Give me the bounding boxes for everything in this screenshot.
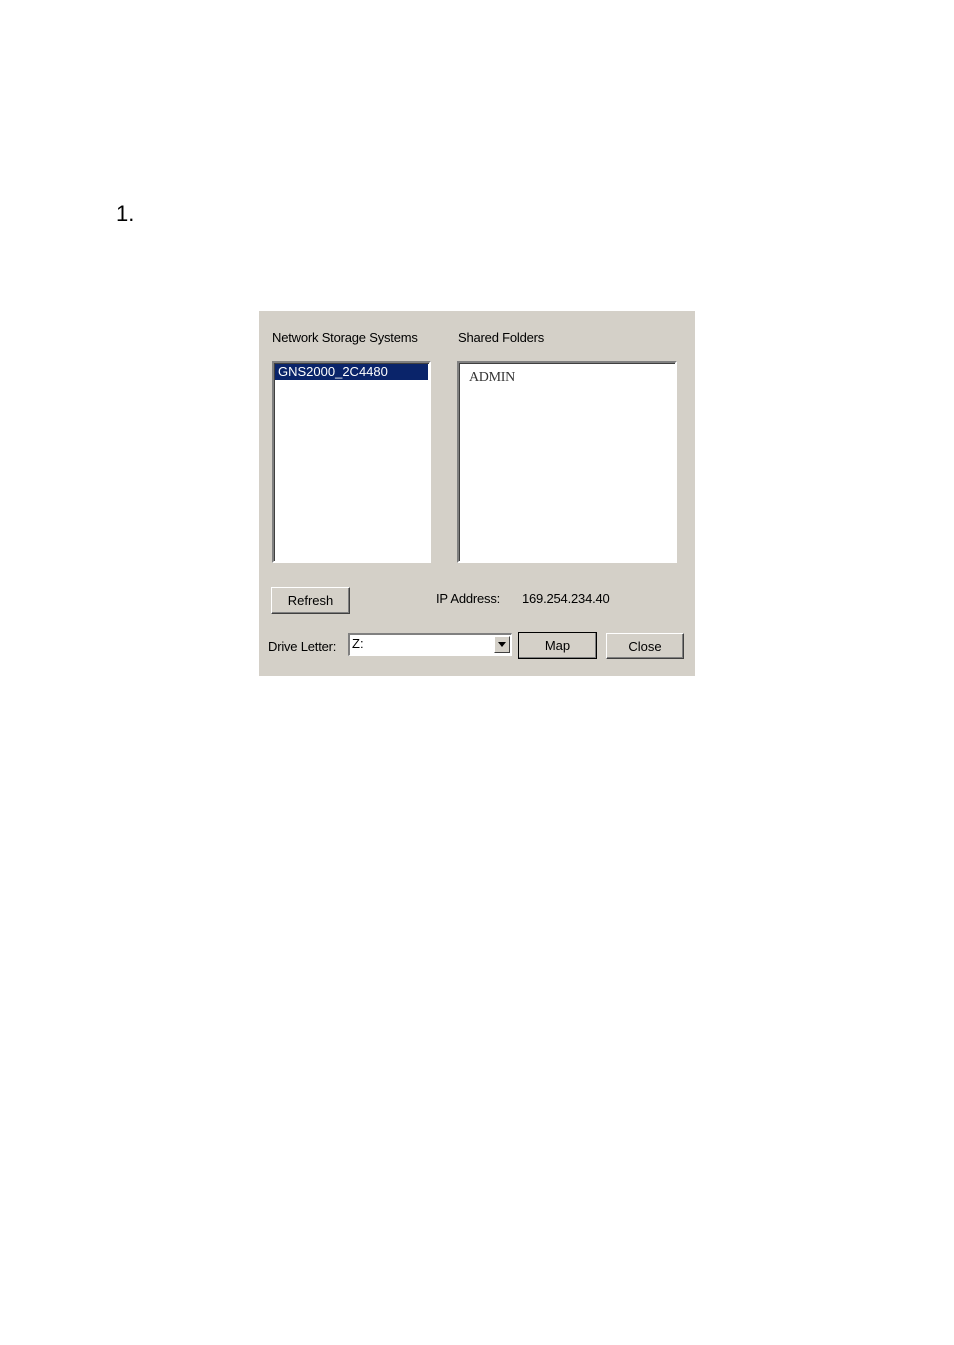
step-number: 1. (116, 201, 135, 226)
folder-item[interactable]: ADMIN (469, 370, 515, 386)
shared-folders-listbox[interactable]: ADMIN (457, 361, 677, 563)
storage-item-selected[interactable]: GNS2000_2C4480 (275, 364, 428, 380)
network-storage-label: Network Storage Systems (272, 330, 418, 345)
close-button[interactable]: Close (606, 633, 684, 659)
drive-letter-select[interactable]: Z: (348, 633, 512, 656)
shared-folders-label: Shared Folders (458, 330, 545, 345)
map-button[interactable]: Map (518, 632, 597, 659)
ip-address-label: IP Address: (436, 591, 501, 606)
refresh-button[interactable]: Refresh (271, 587, 350, 614)
drive-letter-value: Z: (352, 636, 364, 651)
ip-address-value: 169.254.234.40 (522, 591, 610, 606)
map-drive-dialog: Network Storage Systems Shared Folders G… (259, 311, 695, 676)
network-storage-listbox[interactable]: GNS2000_2C4480 (272, 361, 431, 563)
chevron-down-icon[interactable] (494, 636, 510, 653)
drive-letter-label: Drive Letter: (268, 639, 337, 654)
